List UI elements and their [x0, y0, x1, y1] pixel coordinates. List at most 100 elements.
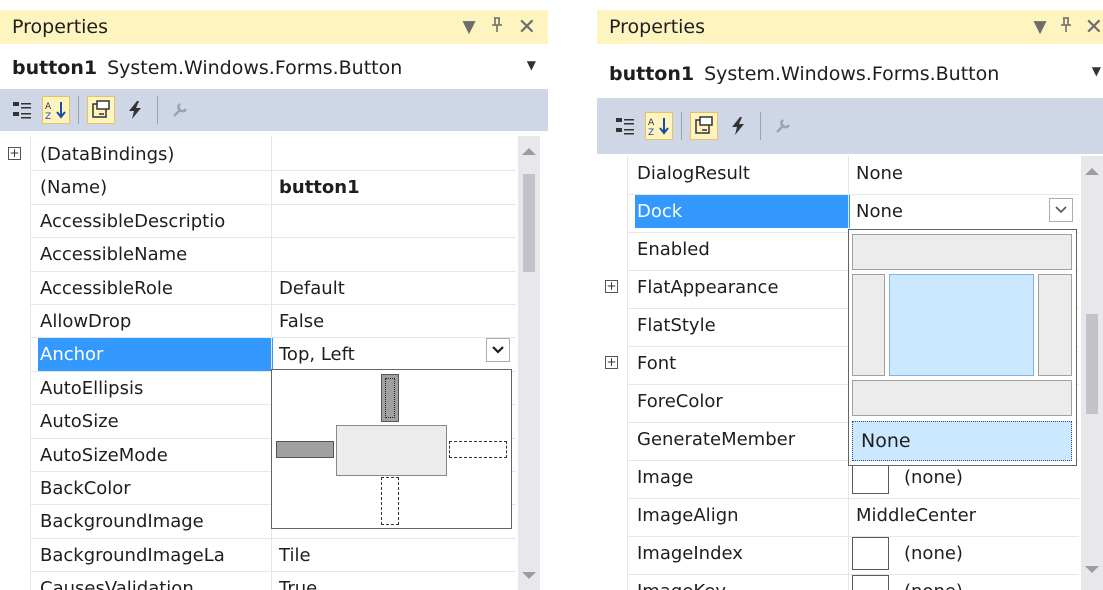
property-value-cell[interactable]: Tile: [271, 539, 516, 572]
property-row[interactable]: AllowDrop False: [0, 305, 516, 338]
dock-right-option[interactable]: [1038, 274, 1072, 376]
property-value-cell[interactable]: Default: [271, 272, 516, 305]
property-name[interactable]: Font: [635, 347, 850, 380]
properties-view-button[interactable]: [690, 112, 718, 140]
scroll-down-icon[interactable]: [522, 572, 536, 579]
events-button[interactable]: [121, 96, 149, 124]
property-name[interactable]: FlatAppearance: [635, 271, 850, 304]
anchor-top-toggle[interactable]: [381, 374, 399, 422]
property-name[interactable]: BackgroundImageLa: [38, 539, 273, 572]
property-value[interactable]: (none): [904, 543, 963, 564]
property-name[interactable]: AccessibleName: [38, 238, 273, 271]
property-name[interactable]: (Name): [38, 171, 273, 204]
pin-icon[interactable]: [490, 16, 504, 38]
property-row[interactable]: ImageIndex (none): [597, 537, 1079, 570]
dock-left-option[interactable]: [852, 274, 885, 376]
property-value-cell[interactable]: [271, 205, 516, 238]
property-value-cell[interactable]: [271, 238, 516, 271]
property-value-cell[interactable]: (none): [848, 537, 1079, 570]
property-row[interactable]: + (DataBindings): [0, 138, 516, 171]
property-value-cell[interactable]: MiddleCenter: [848, 499, 1079, 532]
property-value[interactable]: None: [856, 163, 903, 184]
property-row[interactable]: Dock None: [597, 195, 1079, 228]
dropdown-arrow-icon[interactable]: ▼: [462, 17, 475, 37]
property-name[interactable]: AccessibleRole: [38, 272, 273, 305]
dock-fill-option[interactable]: [889, 274, 1034, 376]
events-button[interactable]: [724, 112, 752, 140]
property-value[interactable]: None: [856, 201, 903, 222]
dock-top-option[interactable]: [852, 234, 1072, 270]
vertical-scrollbar[interactable]: [1081, 156, 1103, 590]
property-row[interactable]: AccessibleName: [0, 238, 516, 271]
property-value[interactable]: False: [279, 311, 324, 332]
property-name[interactable]: ForeColor: [635, 385, 850, 418]
property-row[interactable]: AccessibleRole Default: [0, 272, 516, 305]
property-value-cell[interactable]: Top, Left: [271, 338, 516, 371]
scroll-down-icon[interactable]: [1085, 566, 1099, 573]
property-name[interactable]: ImageIndex: [635, 537, 850, 570]
property-value[interactable]: MiddleCenter: [856, 505, 976, 526]
object-selector-dropdown-icon[interactable]: ▼: [1092, 64, 1101, 78]
property-name[interactable]: AutoSizeMode: [38, 439, 273, 472]
property-value-cell[interactable]: True: [271, 572, 516, 590]
expand-icon[interactable]: +: [605, 280, 618, 293]
property-name[interactable]: ImageKey: [635, 575, 850, 590]
property-value[interactable]: Default: [279, 278, 345, 299]
property-pages-button[interactable]: [166, 96, 194, 124]
property-name[interactable]: AccessibleDescriptio: [38, 205, 273, 238]
object-selector[interactable]: button1 System.Windows.Forms.Button ▼: [0, 52, 548, 84]
property-row[interactable]: AccessibleDescriptio: [0, 205, 516, 238]
scrollbar-thumb[interactable]: [1086, 314, 1098, 414]
property-name[interactable]: DialogResult: [635, 157, 850, 190]
property-value[interactable]: (none): [904, 581, 963, 590]
categorized-button[interactable]: [8, 96, 36, 124]
property-value-cell[interactable]: [271, 138, 516, 171]
close-icon[interactable]: ✕: [1085, 15, 1103, 40]
property-name[interactable]: (DataBindings): [38, 138, 273, 171]
anchor-dropdown-button[interactable]: [486, 338, 510, 362]
property-name[interactable]: AutoEllipsis: [38, 372, 273, 405]
vertical-scrollbar[interactable]: [518, 136, 540, 590]
property-value[interactable]: button1: [279, 177, 360, 198]
scrollbar-thumb[interactable]: [523, 174, 535, 272]
categorized-button[interactable]: [611, 112, 639, 140]
anchor-bottom-toggle[interactable]: [381, 477, 399, 525]
alphabetical-button[interactable]: AZ: [42, 96, 70, 124]
alphabetical-button[interactable]: AZ: [645, 112, 673, 140]
property-value-cell[interactable]: button1: [271, 171, 516, 204]
dock-bottom-option[interactable]: [852, 380, 1072, 416]
scroll-up-icon[interactable]: [1085, 168, 1099, 175]
property-name[interactable]: FlatStyle: [635, 309, 850, 342]
property-value-cell[interactable]: None: [848, 157, 1079, 190]
property-name[interactable]: BackColor: [38, 472, 273, 505]
property-name[interactable]: GenerateMember: [635, 423, 850, 456]
property-row[interactable]: ImageAlign MiddleCenter: [597, 499, 1079, 532]
expand-icon[interactable]: +: [8, 147, 21, 160]
property-value[interactable]: Top, Left: [279, 344, 355, 365]
property-row[interactable]: (Name) button1: [0, 171, 516, 204]
scroll-up-icon[interactable]: [522, 148, 536, 155]
property-row[interactable]: ImageKey (none): [597, 575, 1079, 590]
property-row[interactable]: BackgroundImageLa Tile: [0, 539, 516, 572]
property-name[interactable]: AutoSize: [38, 405, 273, 438]
property-value[interactable]: (none): [904, 467, 963, 488]
dock-dropdown-button[interactable]: [1049, 198, 1073, 222]
property-value-cell[interactable]: False: [271, 305, 516, 338]
property-row[interactable]: Anchor Top, Left: [0, 338, 516, 372]
property-name[interactable]: BackgroundImage: [38, 505, 273, 538]
properties-view-button[interactable]: [87, 96, 115, 124]
property-name[interactable]: Image: [635, 461, 850, 494]
property-value-cell[interactable]: (none): [848, 575, 1079, 590]
property-name[interactable]: ImageAlign: [635, 499, 850, 532]
anchor-left-toggle[interactable]: [276, 441, 334, 458]
close-icon[interactable]: ✕: [518, 15, 536, 40]
dropdown-arrow-icon[interactable]: ▼: [1033, 17, 1046, 37]
property-value-cell[interactable]: None: [848, 195, 1079, 228]
property-name[interactable]: Dock: [635, 195, 850, 228]
property-pages-button[interactable]: [769, 112, 797, 140]
object-selector[interactable]: button1 System.Windows.Forms.Button ▼: [597, 58, 1103, 90]
property-value[interactable]: True: [279, 578, 317, 590]
property-name[interactable]: Anchor: [38, 338, 273, 372]
property-row[interactable]: DialogResult None: [597, 157, 1079, 190]
expand-icon[interactable]: +: [605, 356, 618, 369]
